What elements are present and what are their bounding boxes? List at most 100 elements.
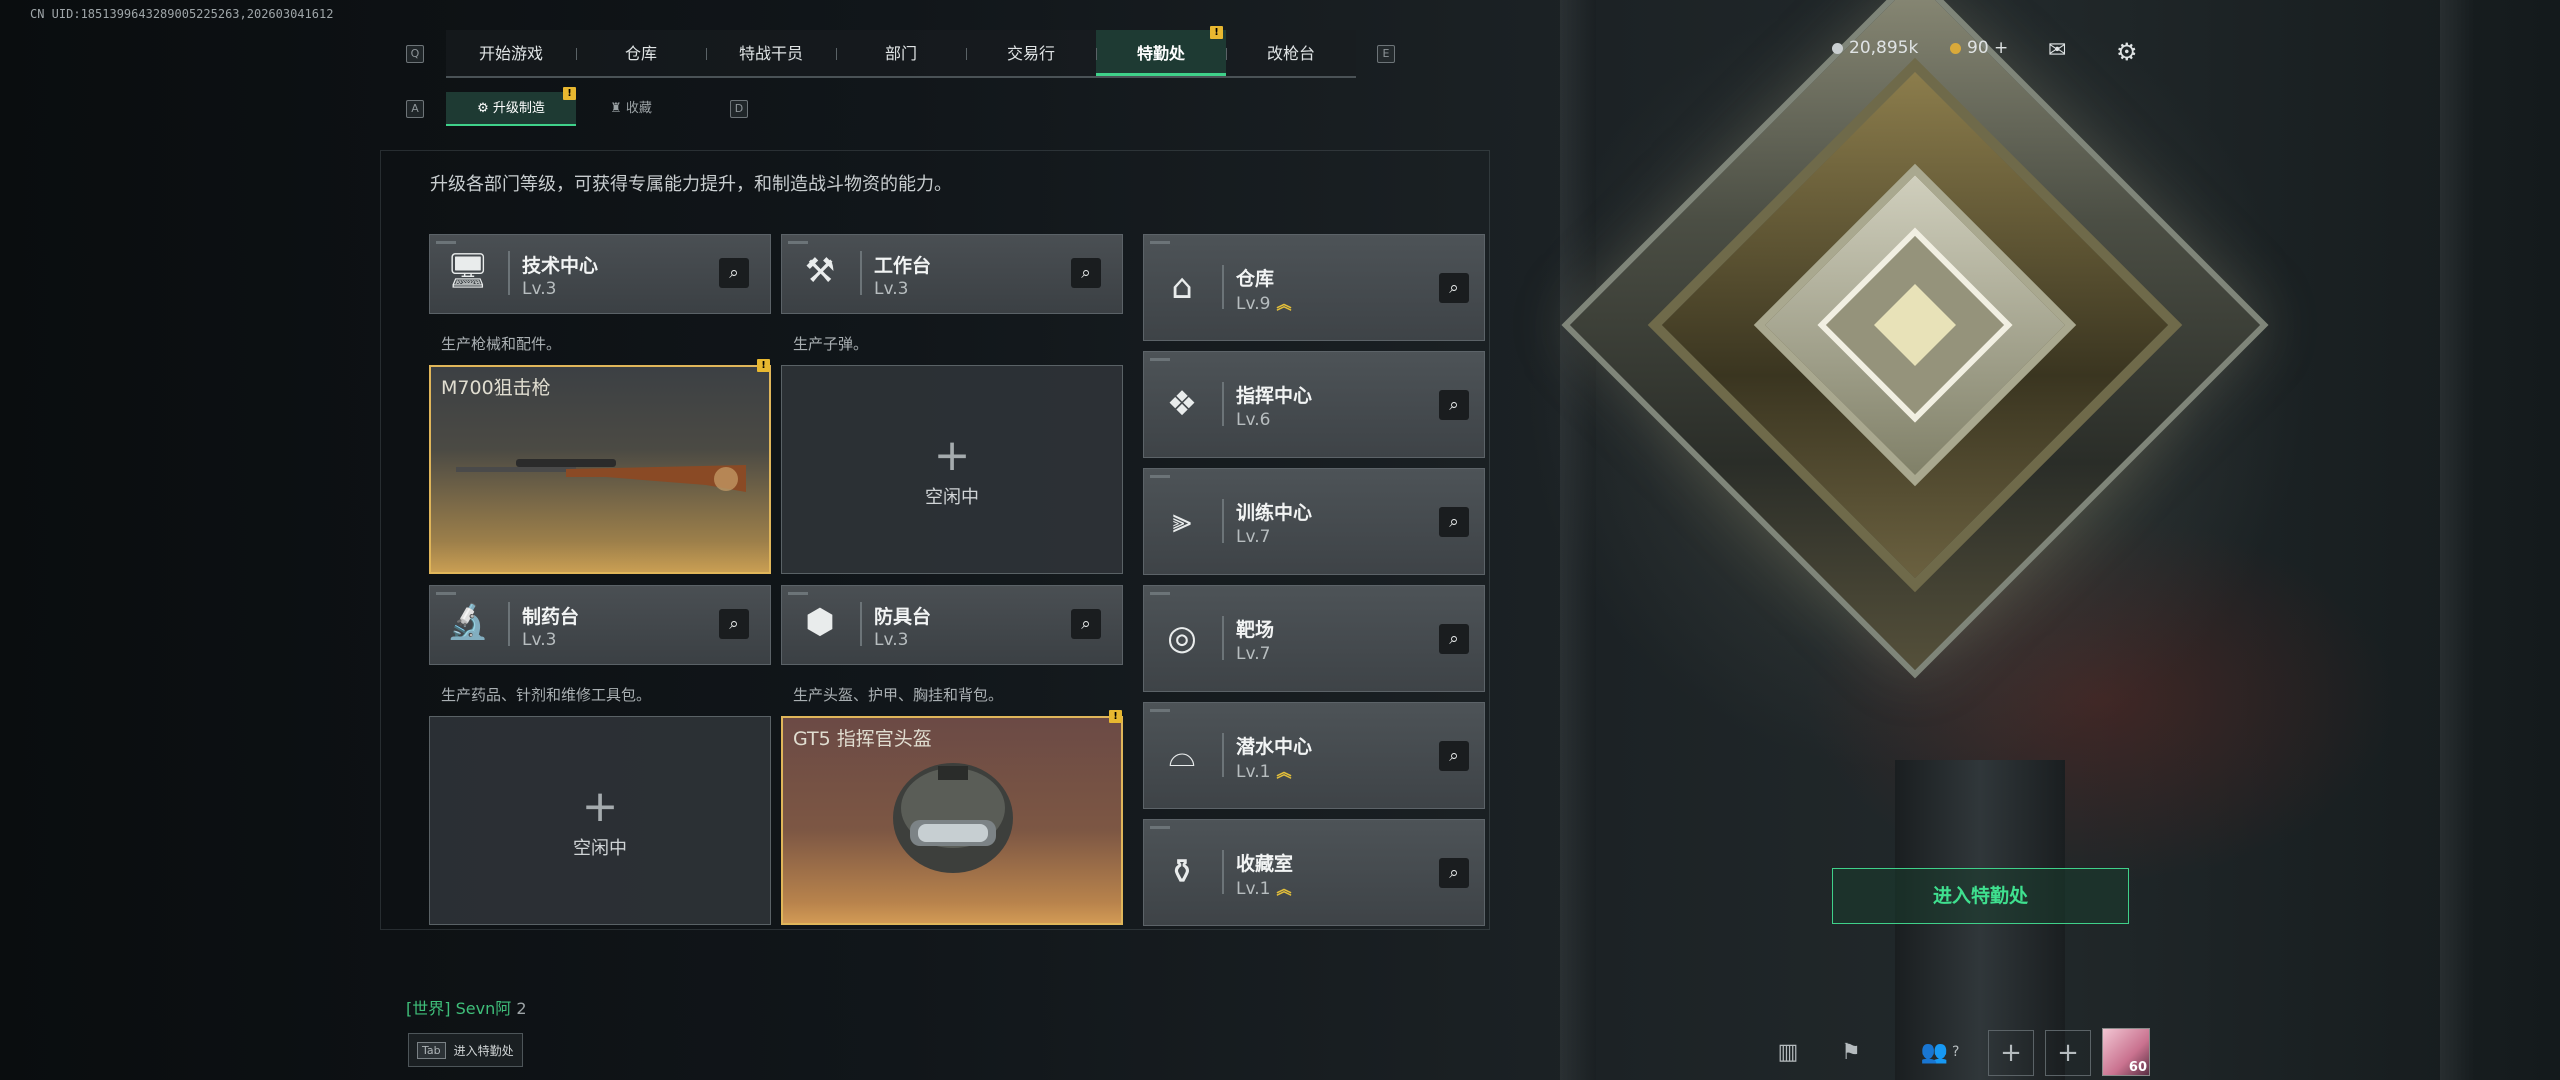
facility-level: Lv.1 ︽: [1236, 762, 1292, 782]
facility-title: 仓库: [1236, 268, 1275, 290]
coin-icon: [1832, 42, 1843, 54]
tab-key: Tab: [417, 1041, 446, 1059]
target-icon: ◎: [1167, 618, 1197, 658]
production-slot[interactable]: GT5 指挥官头盔: [781, 716, 1123, 925]
search-icon[interactable]: ⌕: [719, 258, 749, 288]
chat-count: 2: [516, 999, 527, 1018]
tab-operators[interactable]: 特战干员: [706, 30, 836, 76]
search-icon[interactable]: ⌕: [719, 609, 749, 639]
subnav-next-key[interactable]: D: [730, 100, 748, 118]
tab-hint[interactable]: Tab 进入特勤处: [408, 1033, 523, 1067]
friends-count: ?: [1951, 1044, 1960, 1060]
chat-channel: [世界]: [406, 999, 451, 1018]
plus-icon: +: [581, 781, 619, 832]
idle-label: 空闲中: [925, 487, 979, 508]
search-icon[interactable]: ⌕: [1439, 624, 1469, 654]
gems-value: 90 +: [1967, 38, 2009, 58]
subtab-upgrade[interactable]: ⚙ 升级制造: [446, 92, 576, 126]
search-icon[interactable]: ⌕: [1071, 609, 1101, 639]
microscope-icon: 🔬: [446, 602, 490, 642]
workshop-pharmacy[interactable]: 🔬 制药台 Lv.3 ⌕: [429, 585, 771, 665]
item-name: M700狙击枪: [441, 377, 551, 399]
stats-icon[interactable]: ▥: [1766, 1030, 1810, 1074]
tab-hint-label: 进入特勤处: [453, 1043, 514, 1058]
plus-icon: +: [933, 430, 971, 481]
upgrade-arrow-icon: ︽: [1276, 295, 1292, 313]
subnav-badge: !: [563, 87, 576, 100]
tab-trading[interactable]: 交易行: [966, 30, 1096, 76]
production-slot[interactable]: + 空闲中: [781, 365, 1123, 574]
slot-badge: !: [1109, 710, 1122, 723]
subnav-prev-key[interactable]: A: [406, 100, 424, 118]
uid-text: CN UID:18513996432890052252​63,202603041…: [30, 7, 334, 21]
trophy-icon: ♜: [610, 101, 626, 116]
workshop-workbench[interactable]: ⚒ 工作台 Lv.3 ⌕: [781, 234, 1123, 314]
facility-shooting-range[interactable]: ◎ 靶场 Lv.7 ⌕: [1143, 585, 1485, 692]
add-slot-button[interactable]: +: [1988, 1030, 2034, 1076]
warehouse-icon: ⌂: [1171, 267, 1193, 307]
friends-button[interactable]: 👥?: [1905, 1030, 1975, 1074]
workshop-armor[interactable]: ⬢ 防具台 Lv.3 ⌕: [781, 585, 1123, 665]
facility-collection-room[interactable]: ⚱ 收藏室 Lv.1 ︽ ⌕: [1143, 819, 1485, 926]
workshop-title: 防具台: [874, 606, 932, 628]
facility-training-center[interactable]: ⫸ 训练中心 Lv.7 ⌕: [1143, 468, 1485, 575]
workshop-level: Lv.3: [874, 630, 909, 650]
diving-mask-icon: ⌓: [1168, 735, 1196, 775]
workshop-level: Lv.3: [522, 279, 557, 299]
gem-icon: [1950, 42, 1961, 54]
coins-display[interactable]: 20,895k: [1832, 38, 1918, 58]
search-icon[interactable]: ⌕: [1439, 390, 1469, 420]
search-icon[interactable]: ⌕: [1071, 258, 1101, 288]
nav-next-key[interactable]: E: [1377, 45, 1395, 63]
chat-line[interactable]: [世界] Sevn阿 2: [406, 995, 527, 1019]
workshop-tech-center[interactable]: 🖥 技术中心 Lv.3 ⌕: [429, 234, 771, 314]
facility-title: 潜水中心: [1236, 736, 1313, 758]
tools-icon: ⚒: [804, 251, 836, 291]
flag-icon[interactable]: ⚑: [1829, 1030, 1873, 1074]
tab-gunsmith[interactable]: 改枪台: [1226, 30, 1356, 76]
facility-warehouse[interactable]: ⌂ 仓库 Lv.9 ︽ ⌕: [1143, 234, 1485, 341]
mail-icon[interactable]: ✉: [2048, 38, 2066, 63]
production-slot[interactable]: M700狙击枪: [429, 365, 771, 574]
helmet-image: [893, 763, 1013, 873]
friends-icon: 👥: [1920, 1039, 1948, 1065]
monitor-icon: 🖥: [446, 251, 490, 291]
facility-command-center[interactable]: ❖ 指挥中心 Lv.6 ⌕: [1143, 351, 1485, 458]
search-icon[interactable]: ⌕: [1439, 507, 1469, 537]
nav-prev-key[interactable]: Q: [406, 45, 424, 63]
tab-department[interactable]: 部门: [836, 30, 966, 76]
facility-level: Lv.9 ︽: [1236, 294, 1292, 314]
search-icon[interactable]: ⌕: [1439, 741, 1469, 771]
facility-title: 训练中心: [1236, 502, 1313, 524]
workshop-desc: 生产枪械和配件。: [441, 335, 562, 353]
gems-display[interactable]: 90 +: [1950, 38, 2008, 58]
facility-diving-center[interactable]: ⌓ 潜水中心 Lv.1 ︽ ⌕: [1143, 702, 1485, 809]
search-icon[interactable]: ⌕: [1439, 273, 1469, 303]
facility-title: 收藏室: [1236, 853, 1294, 875]
subtab-collection[interactable]: ♜ 收藏: [576, 92, 686, 126]
facility-level: Lv.7: [1236, 527, 1271, 547]
workshop-title: 技术中心: [522, 255, 599, 277]
enter-special-ops-button[interactable]: 进入特勤处: [1832, 868, 2129, 924]
add-slot-button[interactable]: +: [2045, 1030, 2091, 1076]
workshop-desc: 生产头盔、护甲、胸挂和背包。: [793, 686, 1004, 704]
production-slot[interactable]: + 空闲中: [429, 716, 771, 925]
facility-title: 指挥中心: [1236, 385, 1313, 407]
command-icon: ❖: [1166, 384, 1198, 424]
facility-title: 靶场: [1236, 619, 1275, 641]
workshop-desc: 生产药品、针剂和维修工具包。: [441, 686, 652, 704]
workshop-title: 工作台: [874, 255, 932, 277]
upgrade-arrow-icon: ︽: [1276, 880, 1292, 898]
tab-start-game[interactable]: 开始游戏: [446, 30, 576, 76]
search-icon[interactable]: ⌕: [1439, 858, 1469, 888]
facility-level: Lv.1 ︽: [1236, 879, 1292, 899]
coins-value: 20,895k: [1849, 38, 1919, 58]
tab-special-ops[interactable]: 特勤处: [1096, 30, 1226, 76]
gear-icon[interactable]: ⚙: [2116, 38, 2138, 66]
sniper-rifle-image: [456, 459, 746, 492]
workshop-desc: 生产子弹。: [793, 335, 869, 353]
tab-warehouse[interactable]: 仓库: [576, 30, 706, 76]
item-name: GT5 指挥官头盔: [793, 728, 932, 750]
upgrade-icon: ⚙: [477, 101, 493, 116]
avatar[interactable]: 60: [2102, 1028, 2150, 1076]
